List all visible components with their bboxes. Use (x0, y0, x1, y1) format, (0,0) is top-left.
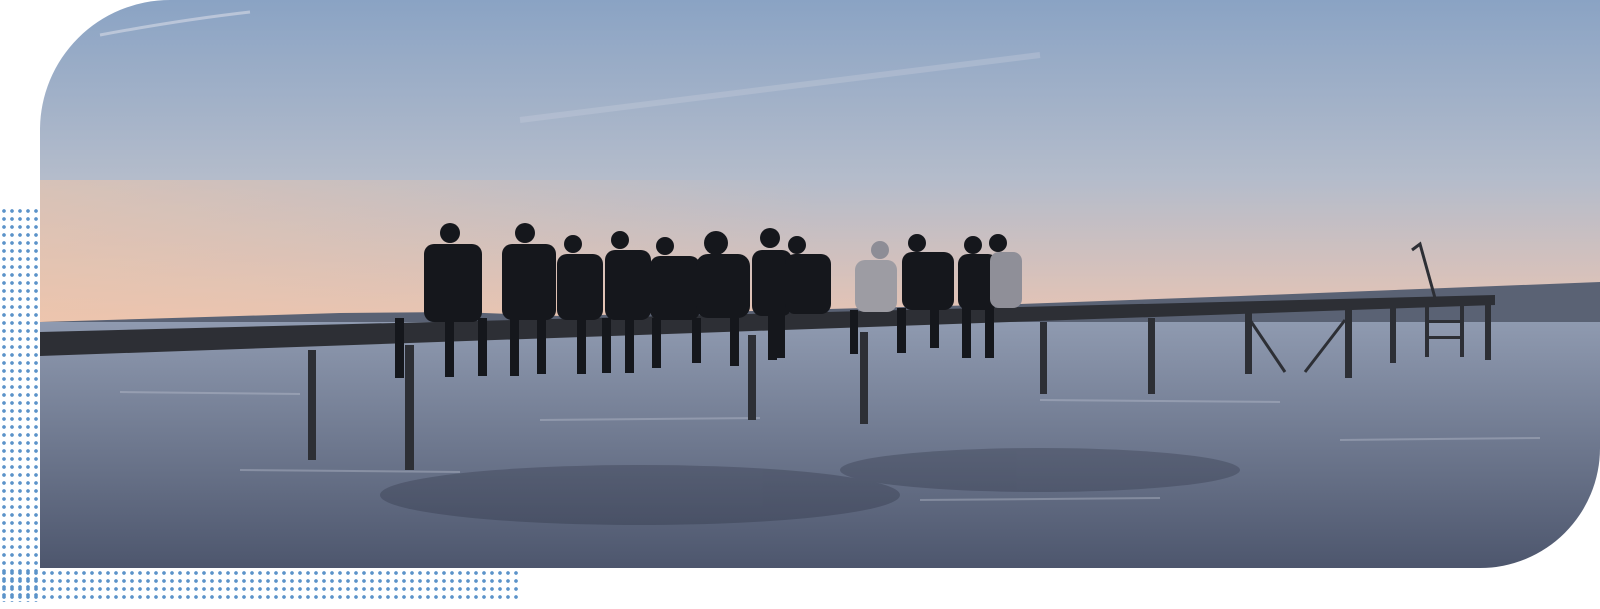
dot-pattern-left (0, 207, 38, 602)
lake-water (40, 322, 1600, 568)
pier-scene (40, 0, 1600, 568)
hero-photo (40, 0, 1600, 568)
dot-pattern-bottom (0, 569, 520, 603)
